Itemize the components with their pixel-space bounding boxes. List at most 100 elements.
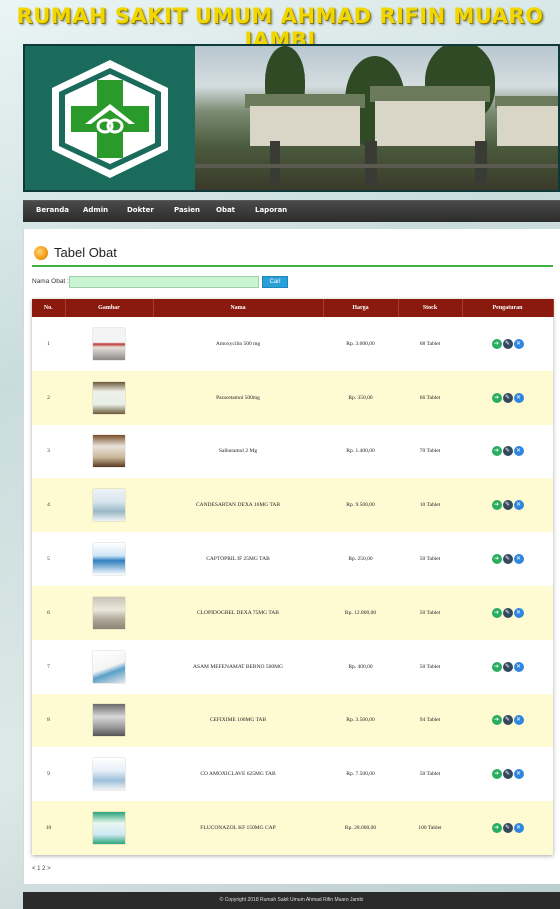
search-input[interactable] [69, 276, 259, 288]
edit-icon[interactable]: ✎ [502, 715, 513, 726]
delete-icon[interactable]: ✕ [513, 715, 524, 726]
cell-no: 2 [47, 394, 50, 401]
cell-gambar [65, 586, 153, 640]
cell-nama: CO AMOXICLAVE 625MG TAB [200, 771, 276, 778]
edit-icon[interactable]: ✎ [502, 823, 513, 834]
main-navbar: Beranda Admin Dokter Pasien Obat Laporan [23, 200, 560, 222]
cell-harga: Rp. 12.800,00 [344, 609, 377, 616]
nav-obat[interactable]: Obat [216, 206, 235, 214]
nav-dokter[interactable]: Dokter [127, 206, 154, 214]
cell-gambar [65, 801, 153, 855]
table-row: 3 Salbutamol 2 Mg Rp. 1.400,00 70 Tablet ➜ ✎ ✕ [32, 424, 553, 479]
nav-admin[interactable]: Admin [83, 206, 108, 214]
cell-pengaturan: ➜ ✎ ✕ [462, 801, 553, 855]
cell-stock: 100 Tablet [418, 825, 442, 832]
nav-pasien[interactable]: Pasien [174, 206, 200, 214]
cell-stock: 50 Tablet [419, 771, 441, 778]
cell-no: 7 [47, 663, 50, 670]
view-icon[interactable]: ➜ [491, 715, 502, 726]
cell-pengaturan: ➜ ✎ ✕ [462, 640, 553, 694]
cell-no: 1 [47, 340, 50, 347]
cell-harga: Rp. 7.500,00 [346, 771, 375, 778]
cell-stock: 70 Tablet [419, 448, 441, 455]
cell-gambar [65, 371, 153, 425]
medicine-thumbnail [93, 650, 125, 683]
medicine-thumbnail [93, 489, 125, 522]
cell-nama: ASAM MEFENAMAT BERNO 500MG [193, 663, 283, 670]
delete-icon[interactable]: ✕ [513, 338, 524, 349]
edit-icon[interactable]: ✎ [502, 661, 513, 672]
table-row: 7 ASAM MEFENAMAT BERNO 500MG Rp. 400,00 50 … [32, 639, 553, 694]
cell-no: 4 [47, 502, 50, 509]
hospital-logo [25, 46, 195, 190]
cell-nama: CANDESARTAN DEXA 16MG TAB [195, 502, 281, 509]
view-icon[interactable]: ➜ [491, 769, 502, 780]
cell-harga: Rp. 1.400,00 [346, 448, 375, 455]
table-row: 2 Paracetamol 500mg Rp. 350,00 66 Tablet ➜ ✎ ✕ [32, 370, 553, 425]
cell-gambar [65, 425, 153, 479]
view-icon[interactable]: ➜ [491, 661, 502, 672]
medicine-thumbnail [93, 758, 125, 791]
cell-stock: 10 Tablet [419, 502, 441, 509]
nav-laporan[interactable]: Laporan [255, 206, 287, 214]
edit-icon[interactable]: ✎ [502, 607, 513, 618]
col-header-harga: Harga [323, 299, 399, 317]
edit-icon[interactable]: ✎ [502, 500, 513, 511]
col-header-stock: Stock [398, 299, 463, 317]
medicine-thumbnail [93, 381, 125, 414]
view-icon[interactable]: ➜ [491, 338, 502, 349]
edit-icon[interactable]: ✎ [502, 769, 513, 780]
col-header-pengaturan: Pengaturan [462, 299, 554, 317]
table-row: 10 FLUCONAZOL KF 150MG CAP Rp. 28.000,00 10… [32, 801, 553, 855]
medicine-thumbnail [93, 704, 125, 737]
cell-nama: CAPTOPRIL IF 25MG TAB [206, 556, 270, 563]
section-header: Tabel Obat [32, 243, 553, 267]
view-icon[interactable]: ➜ [491, 500, 502, 511]
cell-gambar [65, 478, 153, 532]
edit-icon[interactable]: ✎ [502, 392, 513, 403]
cell-nama: Paracetamol 500mg [216, 394, 260, 401]
table-row: 1 Amoxycilin 500 mg Rp. 3.000,00 68 Tablet ➜… [32, 317, 553, 371]
delete-icon[interactable]: ✕ [513, 500, 524, 511]
page-title: Tabel Obat [54, 245, 117, 260]
edit-icon[interactable]: ✎ [502, 338, 513, 349]
view-icon[interactable]: ➜ [491, 607, 502, 618]
table-header-row: No. Gambar Nama Harga Stock Pengaturan [32, 299, 554, 317]
search-button[interactable]: Cari [262, 276, 288, 288]
table-row: 5 CAPTOPRIL IF 25MG TAB Rp. 250,00 50 Table… [32, 532, 553, 586]
delete-icon[interactable]: ✕ [513, 554, 524, 565]
cell-harga: Rp. 9.500,00 [346, 502, 375, 509]
col-header-no: No. [32, 299, 66, 317]
view-icon[interactable]: ➜ [491, 823, 502, 834]
table-row: 6 CLOPIDOGREL DEXA 75MG TAB Rp. 12.800,00 5… [32, 585, 553, 640]
nav-beranda[interactable]: Beranda [36, 206, 69, 214]
medicine-thumbnail [93, 543, 125, 576]
cell-pengaturan: ➜ ✎ ✕ [462, 747, 553, 801]
cell-stock: 50 Tablet [419, 556, 441, 563]
delete-icon[interactable]: ✕ [513, 392, 524, 403]
edit-icon[interactable]: ✎ [502, 554, 513, 565]
cell-gambar [65, 747, 153, 801]
edit-icon[interactable]: ✎ [502, 446, 513, 457]
view-icon[interactable]: ➜ [491, 446, 502, 457]
cell-no: 5 [47, 556, 50, 563]
table-row: 8 CEFIXIME 100MG TAB Rp. 3.500,00 94 Tablet… [32, 693, 553, 748]
view-icon[interactable]: ➜ [491, 554, 502, 565]
pagination[interactable]: < 1 2 > [32, 866, 51, 872]
main-content: Tabel Obat Nama Obat : Cari No. Gambar N… [23, 229, 560, 884]
delete-icon[interactable]: ✕ [513, 769, 524, 780]
delete-icon[interactable]: ✕ [513, 823, 524, 834]
cell-no: 6 [47, 609, 50, 616]
delete-icon[interactable]: ✕ [513, 446, 524, 457]
cell-pengaturan: ➜ ✎ ✕ [462, 586, 553, 640]
delete-icon[interactable]: ✕ [513, 607, 524, 618]
delete-icon[interactable]: ✕ [513, 661, 524, 672]
medicine-thumbnail [93, 435, 125, 468]
view-icon[interactable]: ➜ [491, 392, 502, 403]
medicine-table: No. Gambar Nama Harga Stock Pengaturan 1… [32, 299, 554, 855]
col-header-gambar: Gambar [65, 299, 154, 317]
table-row: 9 CO AMOXICLAVE 625MG TAB Rp. 7.500,00 50 T… [32, 747, 553, 802]
cell-harga: Rp. 3.500,00 [346, 717, 375, 724]
cell-stock: 50 Tablet [419, 663, 441, 670]
cell-gambar [65, 640, 153, 694]
